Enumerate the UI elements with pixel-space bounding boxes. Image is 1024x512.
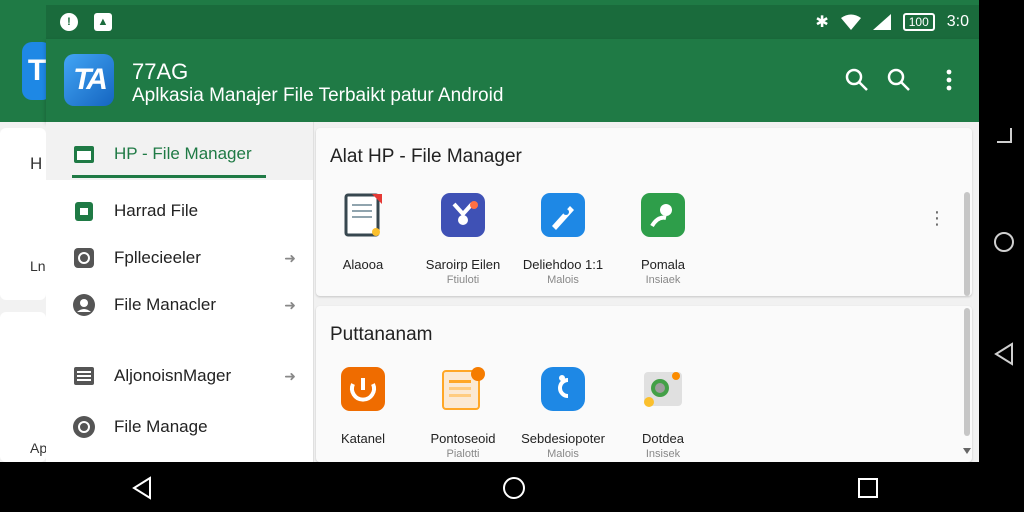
tool-sebdesiopoter[interactable]: Sebdesiopoter Malois: [513, 366, 613, 460]
wifi-icon: [840, 14, 861, 30]
recents-icon[interactable]: [856, 476, 880, 500]
search-icon[interactable]: [844, 67, 870, 93]
app-title: 77AG: [132, 59, 189, 84]
user-icon: [73, 294, 95, 316]
drawer-item-label: Fpllecieeler: [114, 248, 201, 267]
drawer-item-file-manacler[interactable]: File Manacler ➜: [46, 283, 313, 327]
list-icon: [74, 367, 94, 385]
drawer-item-fpllecieeler[interactable]: Fpllecieeler ➜: [46, 236, 313, 280]
background-text: Ap: [30, 440, 48, 456]
chat-icon: [641, 193, 685, 237]
clock: 3:0: [946, 13, 969, 30]
app-subtitle: Aplkasia Manajer File Terbaikt patur And…: [132, 85, 504, 106]
background-card: H Lnl: [0, 128, 49, 300]
file-icon: [75, 202, 93, 221]
circle-arrow-icon: [73, 416, 95, 438]
drawer-item-label: File Manacler: [114, 295, 217, 314]
tool-pontoseoid[interactable]: Pontoseoid Pialotti: [413, 366, 513, 460]
scroll-down-icon[interactable]: [963, 448, 971, 454]
drawer-item-label: HP - File Manager: [114, 144, 252, 163]
tool-subtitle: Insisek: [645, 448, 681, 460]
home-circle-icon[interactable]: [993, 231, 1015, 253]
tool-subtitle: Pialotti: [446, 448, 480, 460]
shield-icon: [441, 193, 485, 237]
drawer-item-label: AljonoisnMager: [114, 366, 232, 385]
app-bar: TA 77AG Aplkasia Manajer File Terbaikt p…: [46, 39, 979, 122]
edit-icon: [541, 193, 585, 237]
search-icon[interactable]: [886, 67, 912, 93]
tool-name: Alaooa: [342, 257, 384, 272]
tool-deliehdoo[interactable]: Deliehdoo 1:1 Malois: [513, 192, 613, 286]
status-bar: ! ▲ ✱ 100 3:0: [46, 5, 979, 39]
system-nav-bar: [0, 462, 1024, 512]
background-text: H: [30, 154, 43, 173]
document-icon: [344, 193, 382, 237]
folder-icon: [74, 146, 94, 163]
tool-name: Saroirp Eilen: [425, 257, 501, 272]
notification-icon: !: [60, 13, 78, 31]
chevron-right-icon: ➜: [284, 296, 296, 313]
tool-subtitle: Insiaek: [645, 274, 681, 286]
tool-katanel[interactable]: Katanel: [314, 366, 413, 448]
battery-icon: 100: [902, 13, 935, 31]
right-nav-strip: [979, 0, 1024, 462]
tool-name: Pontoseoid: [430, 431, 496, 446]
photo-icon: [644, 372, 682, 407]
tool-saroirp-eilen[interactable]: Saroirp Eilen Ftiuloti: [413, 192, 513, 286]
timer-icon: [341, 367, 385, 411]
transfer-icon: [541, 367, 585, 411]
drawer-item-label: Harrad File: [114, 201, 199, 220]
drawer-item-harrad-file[interactable]: Harrad File: [46, 189, 313, 233]
tool-subtitle: Malois: [547, 274, 579, 286]
status-icons: ✱ 100 3:0: [815, 12, 969, 32]
active-indicator: [72, 175, 266, 178]
tool-name: Katanel: [340, 431, 386, 446]
tool-pomala[interactable]: Pomala Insiaek: [613, 192, 713, 286]
tool-subtitle: Malois: [547, 448, 579, 460]
section-card-tools: Alat HP - File Manager Alaooa Saroirp Ei…: [316, 128, 972, 296]
tool-dotdea[interactable]: Dotdea Insisek: [613, 366, 713, 460]
signal-icon: [872, 14, 891, 30]
chevron-right-icon: ➜: [284, 367, 296, 384]
tool-name: Deliehdoo 1:1: [522, 257, 604, 272]
scrollbar[interactable]: [964, 192, 970, 296]
scrollbar[interactable]: [964, 308, 970, 436]
tool-name: Dotdea: [642, 431, 684, 446]
background-card: Ap: [0, 312, 48, 462]
home-icon[interactable]: [502, 476, 526, 500]
navigation-drawer: HP - File Manager Harrad File Fpllecieel…: [46, 122, 314, 462]
chevron-right-icon: ➜: [284, 249, 296, 266]
back-icon[interactable]: [130, 476, 154, 500]
settings-icon: ✱: [815, 14, 829, 31]
more-vert-icon[interactable]: ⋮: [928, 208, 946, 229]
section-title: Alat HP - File Manager: [330, 146, 522, 167]
drawer-item-file-manage[interactable]: File Manage: [46, 405, 313, 449]
more-vert-icon[interactable]: [936, 67, 962, 93]
tool-subtitle: Ftiuloti: [446, 274, 480, 286]
corner-icon: [997, 128, 1012, 143]
tool-alaooa[interactable]: Alaooa: [314, 192, 413, 274]
android-screen: T H Lnl Ap ! ▲ ✱ 100 3:0 TA 77AG Aplkasi…: [0, 0, 1024, 512]
drawer-item-aljonoisnmager[interactable]: AljonoisnMager ➜: [46, 354, 313, 398]
account-icon: ▲: [94, 13, 112, 31]
drawer-item-hp-file-manager[interactable]: HP - File Manager: [46, 132, 313, 176]
back-triangle-icon[interactable]: [993, 342, 1015, 366]
main-content[interactable]: Alat HP - File Manager Alaooa Saroirp Ei…: [314, 122, 979, 462]
drawer-item-label: File Manage: [114, 417, 208, 436]
app-logo: TA: [64, 54, 114, 106]
section-title: Puttananam: [330, 324, 433, 345]
section-card-management: Puttananam Katanel Pontoseoid Pialotti S…: [316, 306, 972, 462]
notes-icon: [442, 367, 485, 410]
circle-arrow-icon: [74, 248, 94, 268]
tool-name: Pomala: [640, 257, 686, 272]
tool-name: Sebdesiopoter: [521, 431, 605, 446]
